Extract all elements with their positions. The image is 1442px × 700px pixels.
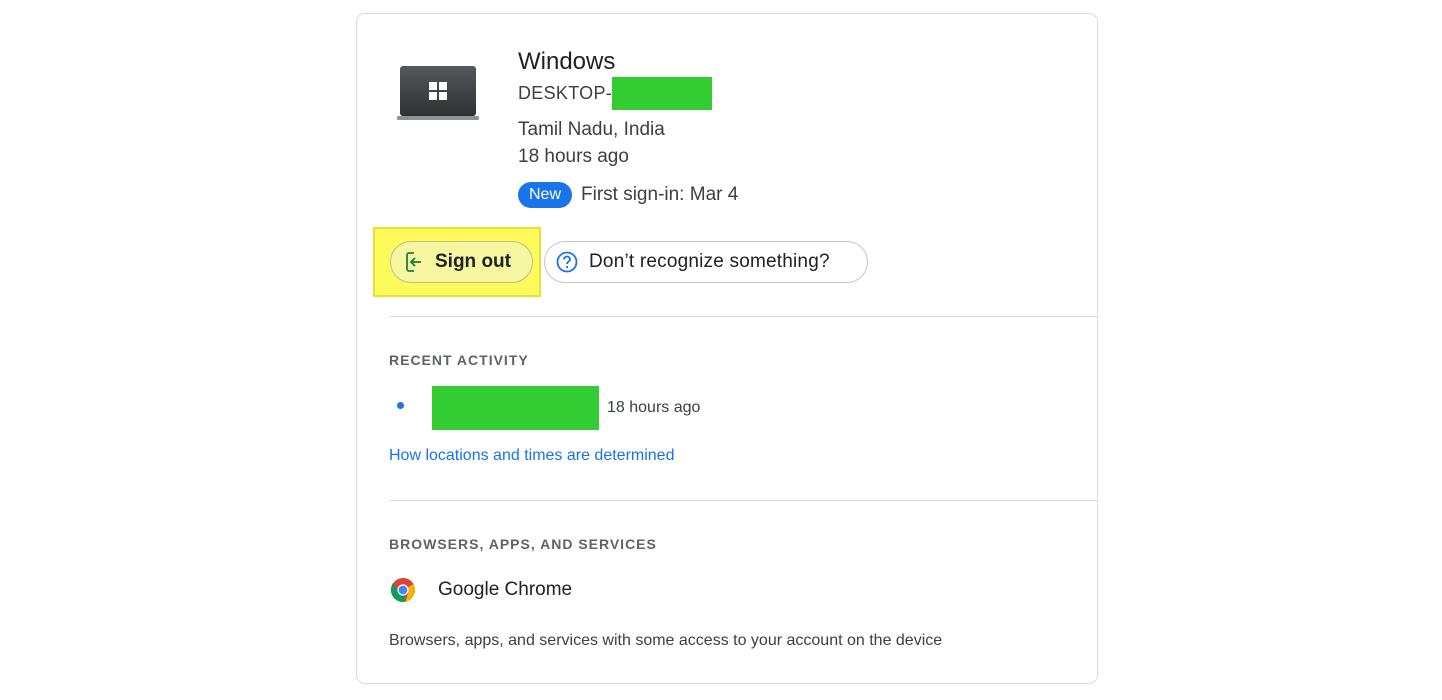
sign-out-button[interactable]: Sign out xyxy=(390,241,533,283)
app-name: Google Chrome xyxy=(438,579,573,600)
first-signin-text: First sign-in: Mar 4 xyxy=(581,184,739,205)
redacted-activity-location xyxy=(432,386,599,430)
chrome-icon xyxy=(390,578,415,602)
locations-times-link[interactable]: How locations and times are determined xyxy=(389,447,674,465)
sign-out-label: Sign out xyxy=(435,251,511,272)
device-name-row: DESKTOP- xyxy=(518,76,713,110)
apps-section-title: BROWSERS, APPS, AND SERVICES xyxy=(389,536,657,552)
app-list-item: Google Chrome xyxy=(390,577,572,603)
device-last-seen: 18 hours ago xyxy=(518,146,629,167)
redacted-device-name xyxy=(612,76,713,110)
activity-list-item: 18 hours ago xyxy=(397,386,700,430)
first-signin-row: New First sign-in: Mar 4 xyxy=(518,182,738,208)
activity-time: 18 hours ago xyxy=(607,399,701,416)
apps-footnote: Browsers, apps, and services with some a… xyxy=(389,632,943,649)
recent-activity-title: RECENT ACTIVITY xyxy=(389,352,529,368)
device-name: DESKTOP- xyxy=(518,82,613,103)
bullet-dot xyxy=(397,401,404,409)
help-circle-icon xyxy=(556,251,578,273)
new-badge: New xyxy=(518,182,572,208)
device-location: Tamil Nadu, India xyxy=(518,119,665,140)
sign-out-icon xyxy=(406,252,421,272)
dont-recognize-label: Don’t recognize something? xyxy=(589,251,830,272)
divider xyxy=(389,316,1099,317)
device-os-title: Windows xyxy=(518,48,616,75)
windows-laptop-icon xyxy=(397,66,479,120)
divider xyxy=(389,500,1099,501)
device-card: Windows DESKTOP- Tamil Nadu, India 18 ho… xyxy=(356,13,1099,684)
dont-recognize-button[interactable]: Don’t recognize something? xyxy=(544,241,868,283)
